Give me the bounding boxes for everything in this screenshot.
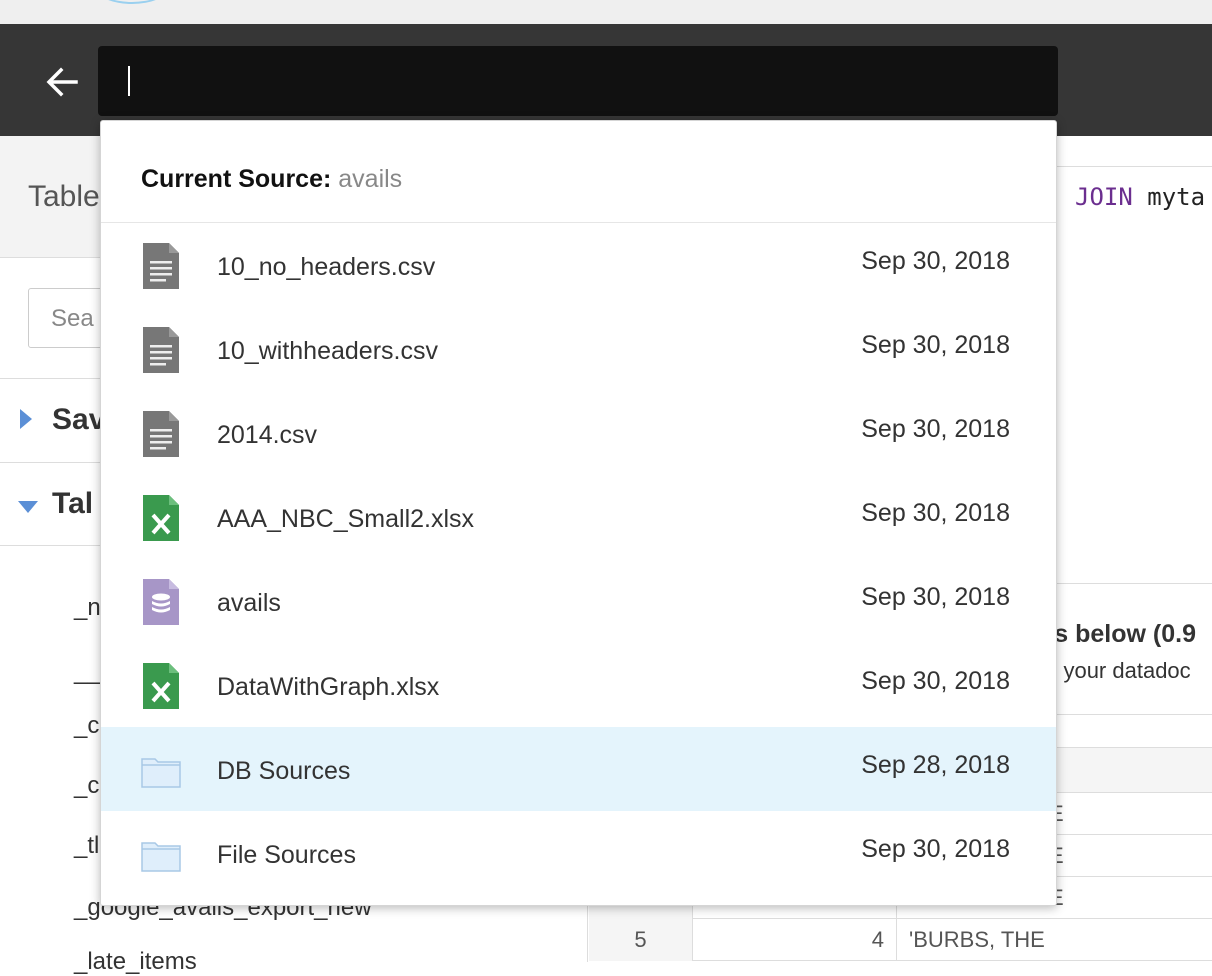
back-button[interactable]	[40, 60, 84, 104]
table-item[interactable]: _tl	[74, 832, 99, 860]
cell-text: 'BURBS, THE	[909, 927, 1045, 952]
current-source-prefix: Current Source:	[141, 165, 332, 193]
tab-tables[interactable]: Table	[28, 180, 100, 214]
source-date: Sep 28, 2018	[861, 751, 1010, 779]
source-item[interactable]: AAA_NBC_Small2.xlsx Sep 30, 2018	[101, 475, 1056, 559]
source-name: avails	[217, 589, 281, 617]
source-dropdown: Current Source: avails 10_no_headers.csv…	[100, 120, 1057, 906]
table-item[interactable]: _late_items	[74, 948, 197, 976]
source-name: 10_withheaders.csv	[217, 337, 438, 365]
source-name: File Sources	[217, 841, 356, 869]
database-file-icon	[143, 579, 179, 625]
table-item[interactable]: __	[74, 658, 101, 686]
section-label: Tal	[52, 487, 94, 520]
current-source-value: avails	[338, 165, 403, 193]
folder-icon	[141, 758, 181, 788]
back-arrow-icon	[46, 67, 78, 97]
results-title: lts below (0.9	[1039, 620, 1196, 648]
expand-arrow-icon	[20, 409, 32, 429]
source-date: Sep 30, 2018	[861, 667, 1010, 695]
table-row: 5 4 'BURBS, THE	[589, 919, 1212, 961]
cell-value: 4	[693, 919, 897, 961]
table-item[interactable]: _c	[74, 772, 99, 800]
code-line: JOIN myta	[1075, 183, 1205, 211]
source-date: Sep 30, 2018	[861, 499, 1010, 527]
cell-text: E	[1049, 835, 1212, 877]
results-subtitle: to your datadoc	[1039, 658, 1191, 683]
source-date: Sep 30, 2018	[861, 415, 1010, 443]
csv-file-icon	[143, 411, 179, 457]
folder-icon	[141, 842, 181, 872]
search-bar[interactable]	[98, 46, 1058, 116]
browser-top-strip	[0, 0, 1212, 24]
current-source-label: Current Source: avails	[141, 165, 402, 194]
section-label: Sav	[52, 403, 106, 436]
cell-text: E	[1049, 793, 1212, 835]
table-item[interactable]: _n	[74, 594, 101, 622]
text-caret	[128, 66, 130, 96]
cell-text: E	[1049, 877, 1212, 919]
source-item[interactable]: 10_withheaders.csv Sep 30, 2018	[101, 307, 1056, 391]
source-date: Sep 30, 2018	[861, 583, 1010, 611]
source-item[interactable]: File Sources Sep 30, 2018	[101, 811, 1056, 895]
row-number: 5	[589, 919, 693, 961]
source-item[interactable]: 10_no_headers.csv Sep 30, 2018	[101, 223, 1056, 307]
table-item[interactable]: _c	[74, 712, 99, 740]
source-name: 2014.csv	[217, 421, 318, 449]
dropdown-header: Current Source: avails	[101, 121, 1056, 223]
source-item[interactable]: DataWithGraph.xlsx Sep 30, 2018	[101, 643, 1056, 727]
csv-file-icon	[143, 327, 179, 373]
csv-file-icon	[143, 243, 179, 289]
source-item[interactable]: 2014.csv Sep 30, 2018	[101, 391, 1056, 475]
source-name: DB Sources	[217, 757, 351, 785]
search-input[interactable]	[122, 60, 1022, 102]
source-name: DataWithGraph.xlsx	[217, 673, 440, 701]
source-name: 10_no_headers.csv	[217, 253, 436, 281]
logo-arc	[96, 0, 168, 4]
collapse-arrow-icon	[18, 501, 38, 513]
excel-file-icon	[143, 495, 179, 541]
sql-keyword: JOIN	[1075, 183, 1133, 211]
excel-file-icon	[143, 663, 179, 709]
source-name: AAA_NBC_Small2.xlsx	[217, 505, 475, 533]
source-date: Sep 30, 2018	[861, 835, 1010, 863]
sql-text: myta	[1132, 183, 1206, 211]
source-date: Sep 30, 2018	[861, 247, 1010, 275]
source-item[interactable]: avails Sep 30, 2018	[101, 559, 1056, 643]
source-item-selected[interactable]: DB Sources Sep 28, 2018	[101, 727, 1056, 811]
source-date: Sep 30, 2018	[861, 331, 1010, 359]
